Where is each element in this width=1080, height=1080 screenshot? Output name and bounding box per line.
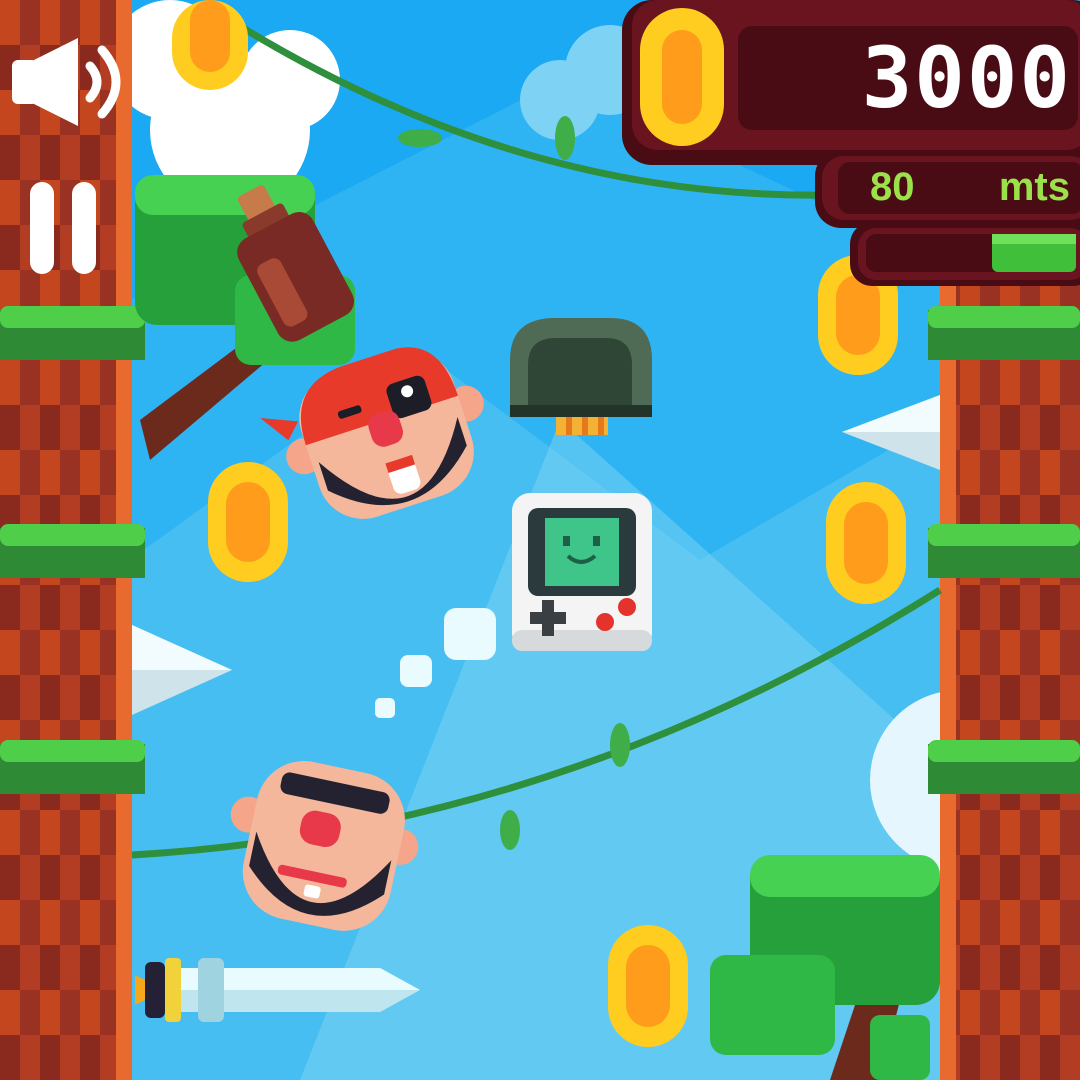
right-wall-edge (940, 280, 956, 1080)
sound-toggle-button[interactable] (8, 36, 132, 128)
grass-ledge (0, 740, 145, 794)
leaf (398, 129, 442, 147)
coin-icon (172, 0, 248, 90)
jump-puff (444, 608, 496, 660)
leaf (610, 723, 630, 767)
coin-icon (208, 462, 288, 582)
handheld-console-character (512, 493, 652, 651)
distance-readout: 80 mts (870, 162, 1070, 212)
jump-puff (400, 655, 432, 687)
coin-icon (826, 482, 906, 604)
speaker-icon (12, 38, 121, 126)
distance-unit: mts (998, 165, 1070, 209)
pause-icon (30, 182, 96, 274)
progress-shine (992, 234, 1076, 244)
grass-ledge (0, 306, 145, 360)
jump-puff (375, 698, 395, 718)
distance-value: 80 (870, 165, 915, 209)
game-screen[interactable]: 3000 80 mts (0, 0, 1080, 1080)
grass-ledge (0, 524, 145, 578)
leaf (500, 810, 520, 850)
pause-button[interactable] (28, 180, 98, 276)
grass-ledge (928, 524, 1080, 578)
grass-ledge (928, 740, 1080, 794)
grass-ledge (928, 306, 1080, 360)
score-counter: 3000 (861, 29, 1072, 127)
progress-panel (850, 222, 1080, 286)
right-wall (940, 280, 1080, 1080)
leaf (555, 116, 575, 160)
coin-icon (608, 925, 688, 1047)
